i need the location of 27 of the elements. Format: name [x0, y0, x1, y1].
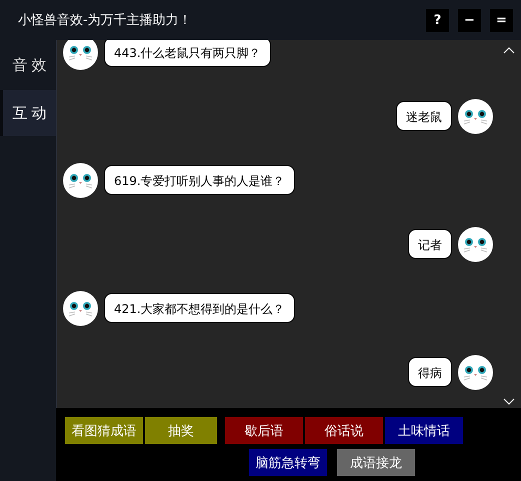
sidebar-tab[interactable]: 音效 [0, 42, 56, 88]
category-button[interactable]: 脑筋急转弯 [249, 449, 327, 476]
cat-avatar-icon [63, 162, 98, 198]
chat-bubble: 迷老鼠 [396, 101, 452, 131]
window-title: 小怪兽音效-为万千主播助力！ [18, 12, 193, 29]
scroll-up-icon[interactable] [503, 46, 515, 54]
category-button[interactable]: 看图猜成语 [65, 417, 143, 444]
cat-avatar-icon [458, 98, 493, 134]
help-button[interactable]: ? [426, 8, 449, 32]
category-button[interactable]: 俗话说 [305, 417, 383, 444]
cat-avatar-icon [458, 354, 493, 390]
cat-avatar-icon [63, 290, 98, 326]
category-button[interactable]: 成语接龙 [337, 449, 415, 476]
cat-avatar-icon [458, 226, 493, 262]
category-button[interactable]: 歇后语 [225, 417, 303, 444]
chat-bubble: 得病 [408, 357, 452, 387]
minimize-button[interactable]: − [458, 8, 481, 32]
sidebar-tab[interactable]: 互动 [0, 90, 56, 136]
menu-button[interactable]: = [490, 8, 513, 32]
category-button[interactable]: 抽奖 [145, 417, 217, 444]
scroll-down-icon[interactable] [503, 398, 515, 406]
chat-bubble: 421.大家都不想得到的是什么？ [104, 293, 295, 323]
chat-bubble: 619.专爱打听别人事的人是谁？ [104, 165, 295, 195]
cat-avatar-icon [63, 40, 98, 70]
chat-bubble: 443.什么老鼠只有两只脚？ [104, 40, 271, 67]
chat-bubble: 记者 [408, 229, 452, 259]
category-button[interactable]: 土味情话 [385, 417, 463, 444]
